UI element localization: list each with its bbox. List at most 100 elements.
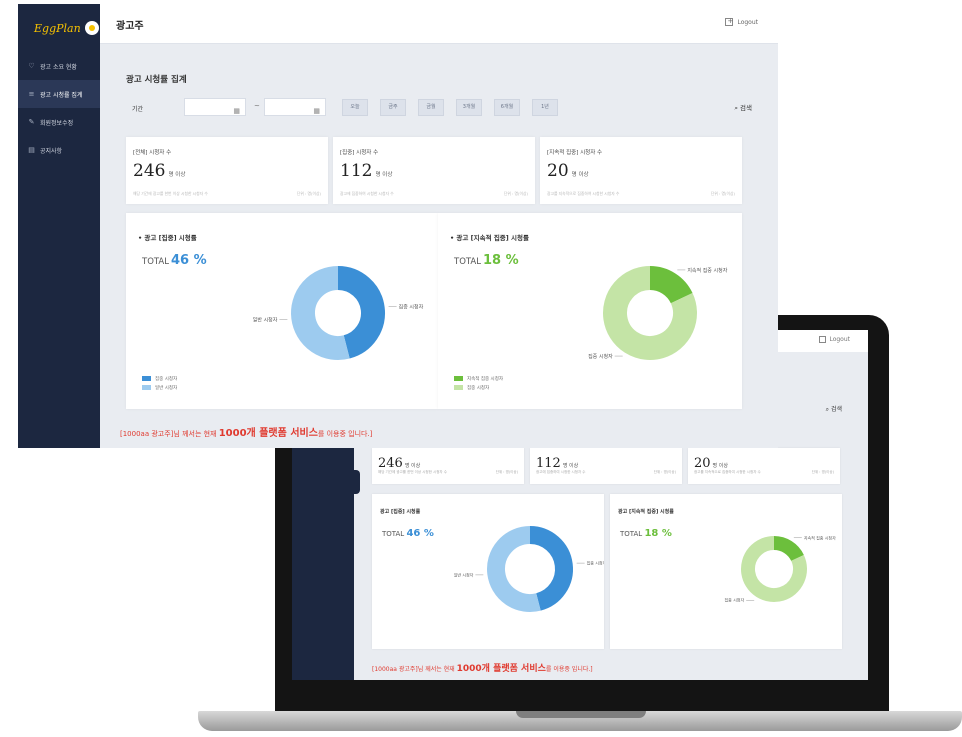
period-label: 기간 — [132, 106, 144, 113]
legend-item: 지속적 집중 시청자 — [454, 374, 503, 383]
callout-label: 지속적 집중 시청자 — [804, 534, 836, 540]
laptop-stat-desc: 해당 기간에 광고를 한번 이상 시청한 시청자 수 — [378, 470, 447, 474]
legend-item: 일반 시청자 — [142, 383, 177, 392]
callout-label: 집중 시청자 — [588, 353, 613, 360]
laptop-service-banner: [1000aa 광고주]님 께서는 현재 1000개 플랫폼 서비스를 이용중 … — [372, 661, 593, 674]
stat-number: 20 — [547, 161, 569, 181]
donut-slice — [487, 526, 541, 612]
banner-suffix: 를 이용중 입니다.] — [545, 666, 593, 673]
legend-label: 지속적 집중 시청자 — [467, 376, 503, 382]
stat-number: 246 — [133, 161, 166, 181]
period-button-month[interactable]: 금월 — [418, 99, 444, 116]
donut-slice — [649, 266, 693, 304]
laptop-stat-card: 112 명 이상 광고에 집중하여 시청한 시청자 수 단위 : 명(이상) — [530, 448, 682, 484]
stat-unit: 명 이상 — [168, 172, 186, 178]
notice-icon: ▤ — [28, 145, 35, 154]
egg-logo-icon — [84, 21, 99, 35]
legend-swatch — [454, 385, 463, 390]
sidebar: EggPlan ♡ 광고 소요 현황 ≡ 광고 시청률 집계 ✎ 회원정보수정 … — [18, 4, 100, 448]
period-button-6months[interactable]: 6개월 — [494, 99, 520, 116]
legend-swatch — [142, 376, 151, 381]
laptop-stat-card: 20 명 이상 광고를 지속적으로 집중하여 시청한 시청자 수 단위 : 명(이… — [688, 448, 840, 484]
chart-card-sustained-focus-rate: • 광고 [지속적 집중] 시청률 TOTAL 18 % 지속적 집중 시청자 집중… — [438, 213, 742, 409]
laptop-stat-unit: 명 이상 — [404, 463, 421, 469]
banner-prefix: [1000aa 광고주]님 께서는 현재 — [120, 430, 219, 438]
callout-label: 일반 시청자 — [253, 316, 278, 323]
stat-label: [전체] 시청자 수 — [133, 150, 172, 156]
stat-description: 광고에 집중하여 시청한 시청자 수 — [340, 191, 394, 196]
sidebar-item-label: 광고 소요 현황 — [40, 63, 77, 71]
sidebar-item-ad-status[interactable]: ♡ 광고 소요 현황 — [18, 52, 100, 80]
logout-icon — [819, 336, 827, 343]
logout-icon — [725, 17, 734, 26]
stat-unit: 명 이상 — [571, 172, 589, 178]
service-banner: [1000aa 광고주]님 께서는 현재 1000개 플랫폼 서비스를 이용중 … — [120, 424, 372, 439]
laptop-stat-value: 20 — [694, 456, 711, 471]
laptop-stat-card: 246 명 이상 해당 기간에 광고를 한번 이상 시청한 시청자 수 단위 : … — [372, 448, 524, 484]
start-date-input[interactable]: ▦ — [184, 98, 246, 116]
callout-label: 일반 시청자 — [454, 571, 474, 577]
period-button-today[interactable]: 오늘 — [342, 99, 368, 116]
calendar-icon: ▦ — [233, 107, 240, 115]
sidebar-item-label: 공지사항 — [40, 147, 63, 155]
period-button-week[interactable]: 금주 — [380, 99, 406, 116]
sidebar-item-ad-viewing-stats[interactable]: ≡ 광고 시청률 집계 — [18, 80, 100, 108]
logout-button[interactable]: Logout — [725, 17, 758, 26]
topbar: 광고주 Logout — [100, 4, 778, 44]
laptop-chart-card: 광고 [지속적 집중] 시청률 TOTAL 18 % 지속적 집중 시청자 집중 … — [610, 494, 842, 649]
laptop-logout[interactable]: Logout — [819, 336, 850, 343]
period-button-1year[interactable]: 1년 — [532, 99, 558, 116]
search-label: 검색 — [740, 104, 752, 112]
search-button[interactable]: ⌕ 검색 — [734, 102, 752, 113]
logo[interactable]: EggPlan — [34, 19, 99, 37]
legend-swatch — [454, 376, 463, 381]
end-date-input[interactable]: ▦ — [264, 98, 326, 116]
laptop-stat-note: 단위 : 명(이상) — [495, 470, 518, 474]
laptop-search-button[interactable]: ⌕ 검색 — [826, 404, 842, 414]
stat-number: 112 — [340, 161, 373, 181]
callout-label: 지속적 집중 시청자 — [687, 267, 727, 274]
heart-icon: ♡ — [28, 61, 35, 70]
period-filter: 기간 ▦ ~ ▦ 오늘 금주 금월 3개월 6개월 1년 ⌕ 검색 — [126, 98, 756, 120]
chart-legend: 지속적 집중 시청자 집중 시청자 — [454, 374, 503, 392]
laptop-stat-value: 246 — [378, 456, 403, 471]
laptop-stat-unit: 명 이상 — [562, 463, 579, 469]
chart-legend: 집중 시청자 일반 시청자 — [142, 374, 177, 392]
laptop-sidebar-toggle[interactable] — [352, 470, 360, 494]
laptop-notch — [516, 711, 646, 718]
stat-note: 단위 : 명(이상) — [710, 191, 735, 196]
stat-value: 246 명 이상 — [133, 161, 185, 181]
stat-label: [집중] 시청자 수 — [340, 150, 379, 156]
legend-item: 집중 시청자 — [142, 374, 177, 383]
legend-label: 집중 시청자 — [155, 376, 178, 382]
banner-suffix: 를 이용중 입니다.] — [317, 430, 373, 438]
sidebar-item-notice[interactable]: ▤ 공지사항 — [18, 136, 100, 164]
stat-value: 20 명 이상 — [547, 161, 589, 181]
sidebar-nav: ♡ 광고 소요 현황 ≡ 광고 시청률 집계 ✎ 회원정보수정 ▤ 공지사항 — [18, 52, 100, 164]
donut-slice — [773, 536, 804, 562]
date-separator: ~ — [254, 102, 260, 110]
list-icon: ≡ — [28, 89, 35, 98]
laptop-donut-chart: 집중 시청자일반 시청자 — [454, 526, 604, 612]
sidebar-item-label: 회원정보수정 — [40, 119, 74, 127]
callout-label: 집중 시청자 — [587, 560, 604, 566]
sidebar-item-edit-profile[interactable]: ✎ 회원정보수정 — [18, 108, 100, 136]
stat-card-focused-viewers: [집중] 시청자 수 112 명 이상 광고에 집중하여 시청한 시청자 수 단위… — [333, 137, 535, 204]
stat-description: 해당 기간에 광고를 한번 이상 시청한 시청자 수 — [133, 191, 208, 196]
laptop-stat-unit: 명 이상 — [712, 463, 728, 469]
banner-prefix: [1000aa 광고주]님 께서는 현재 — [372, 666, 457, 673]
stat-card-total-viewers: [전체] 시청자 수 246 명 이상 해당 기간에 광고를 한번 이상 시청한 … — [126, 137, 328, 204]
period-button-3months[interactable]: 3개월 — [456, 99, 482, 116]
stat-unit: 명 이상 — [375, 172, 393, 178]
stage: Logout ⌕ 검색 246 명 이상 해당 기간에 광고를 한번 이상 시청한… — [0, 0, 962, 737]
stat-label: [지속적 집중] 시청자 수 — [547, 150, 603, 156]
stat-note: 단위 : 명(이상) — [296, 191, 321, 196]
laptop-stat-value: 112 — [536, 456, 561, 471]
logo-text: EggPlan — [34, 21, 81, 35]
section-title: 광고 시청률 집계 — [126, 75, 187, 85]
banner-highlight: 1000개 플랫폼 서비스 — [456, 664, 546, 674]
sidebar-item-label: 광고 시청률 집계 — [40, 91, 83, 99]
main-content: 광고주 Logout 광고 시청률 집계 기간 ▦ ~ ▦ 오늘 금주 금월 3… — [100, 4, 778, 448]
donut-slice — [529, 526, 573, 611]
laptop-stat-note: 단위 : 명(이상) — [653, 470, 676, 474]
